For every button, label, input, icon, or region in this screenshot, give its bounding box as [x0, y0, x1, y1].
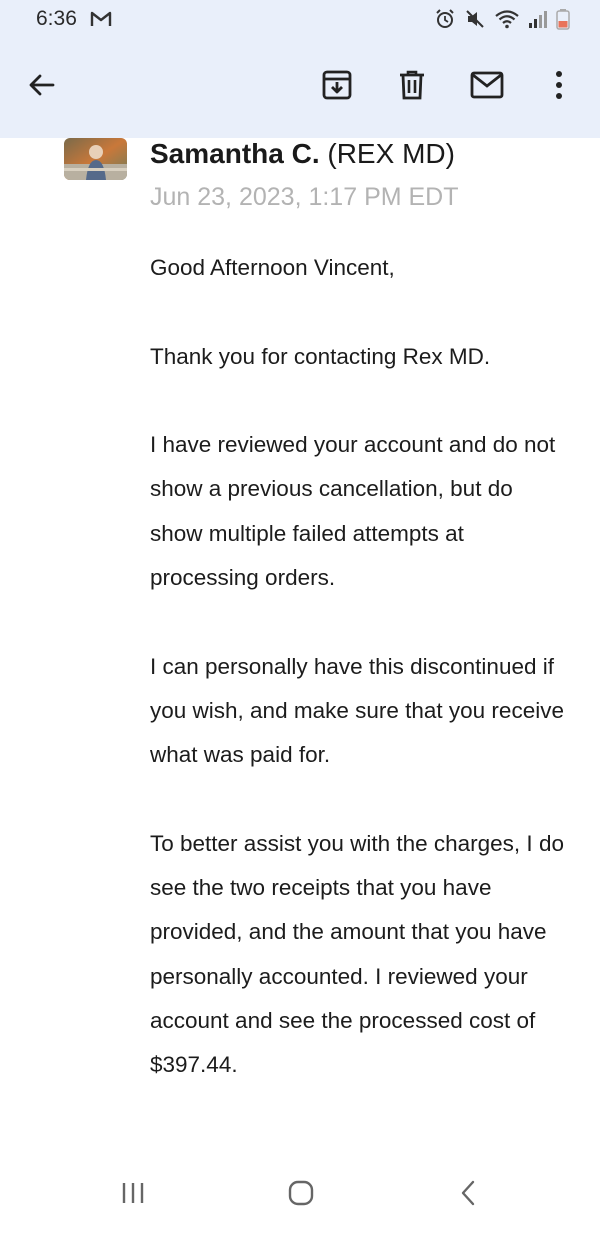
wifi-icon: [494, 8, 520, 35]
recents-icon: [119, 1181, 147, 1210]
email-paragraph: I have reviewed your account and do not …: [150, 432, 556, 591]
home-icon: [287, 1179, 315, 1212]
back-button[interactable]: [18, 63, 66, 111]
app-bar: [0, 38, 600, 138]
system-nav-bar: [0, 1153, 600, 1233]
sender-avatar[interactable]: [64, 138, 127, 180]
signal-icon: [528, 9, 548, 34]
home-button[interactable]: [276, 1175, 326, 1215]
battery-icon: [556, 8, 570, 35]
more-options-button[interactable]: [535, 63, 583, 111]
recents-button[interactable]: [108, 1175, 158, 1215]
sender-org: (REX MD): [327, 138, 455, 169]
email-date: Jun 23, 2023, 1:17 PM EDT: [150, 183, 459, 211]
sender-name: Samantha C.: [150, 138, 320, 169]
delete-button[interactable]: [388, 63, 436, 111]
email-body: Good Afternoon Vincent, Thank you for co…: [150, 246, 570, 1132]
status-icons: [434, 8, 570, 35]
archive-icon: [321, 69, 353, 106]
gmail-notification-icon: [90, 10, 112, 33]
mail-icon: [470, 71, 504, 104]
back-arrow-icon: [27, 70, 57, 105]
alarm-icon: [434, 8, 456, 35]
email-content: Samantha C. (REX MD) Jun 23, 2023, 1:17 …: [0, 138, 600, 1153]
mark-unread-button[interactable]: [463, 63, 511, 111]
email-paragraph: Thank you for contacting Rex MD.: [150, 343, 491, 369]
nav-back-icon: [458, 1180, 478, 1211]
archive-button[interactable]: [313, 63, 361, 111]
email-paragraph: Good Afternoon Vincent,: [150, 255, 395, 280]
more-vert-icon: [554, 70, 564, 105]
system-back-button[interactable]: [443, 1175, 493, 1215]
email-paragraph: I can personally have this discontinued …: [150, 653, 564, 768]
sender-line: Samantha C. (REX MD): [150, 138, 455, 170]
status-bar: 6:36: [0, 0, 600, 38]
email-paragraph: To better assist you with the charges, I…: [150, 830, 564, 1078]
trash-icon: [397, 69, 427, 106]
status-time: 6:36: [36, 7, 77, 30]
mute-icon: [464, 8, 486, 35]
